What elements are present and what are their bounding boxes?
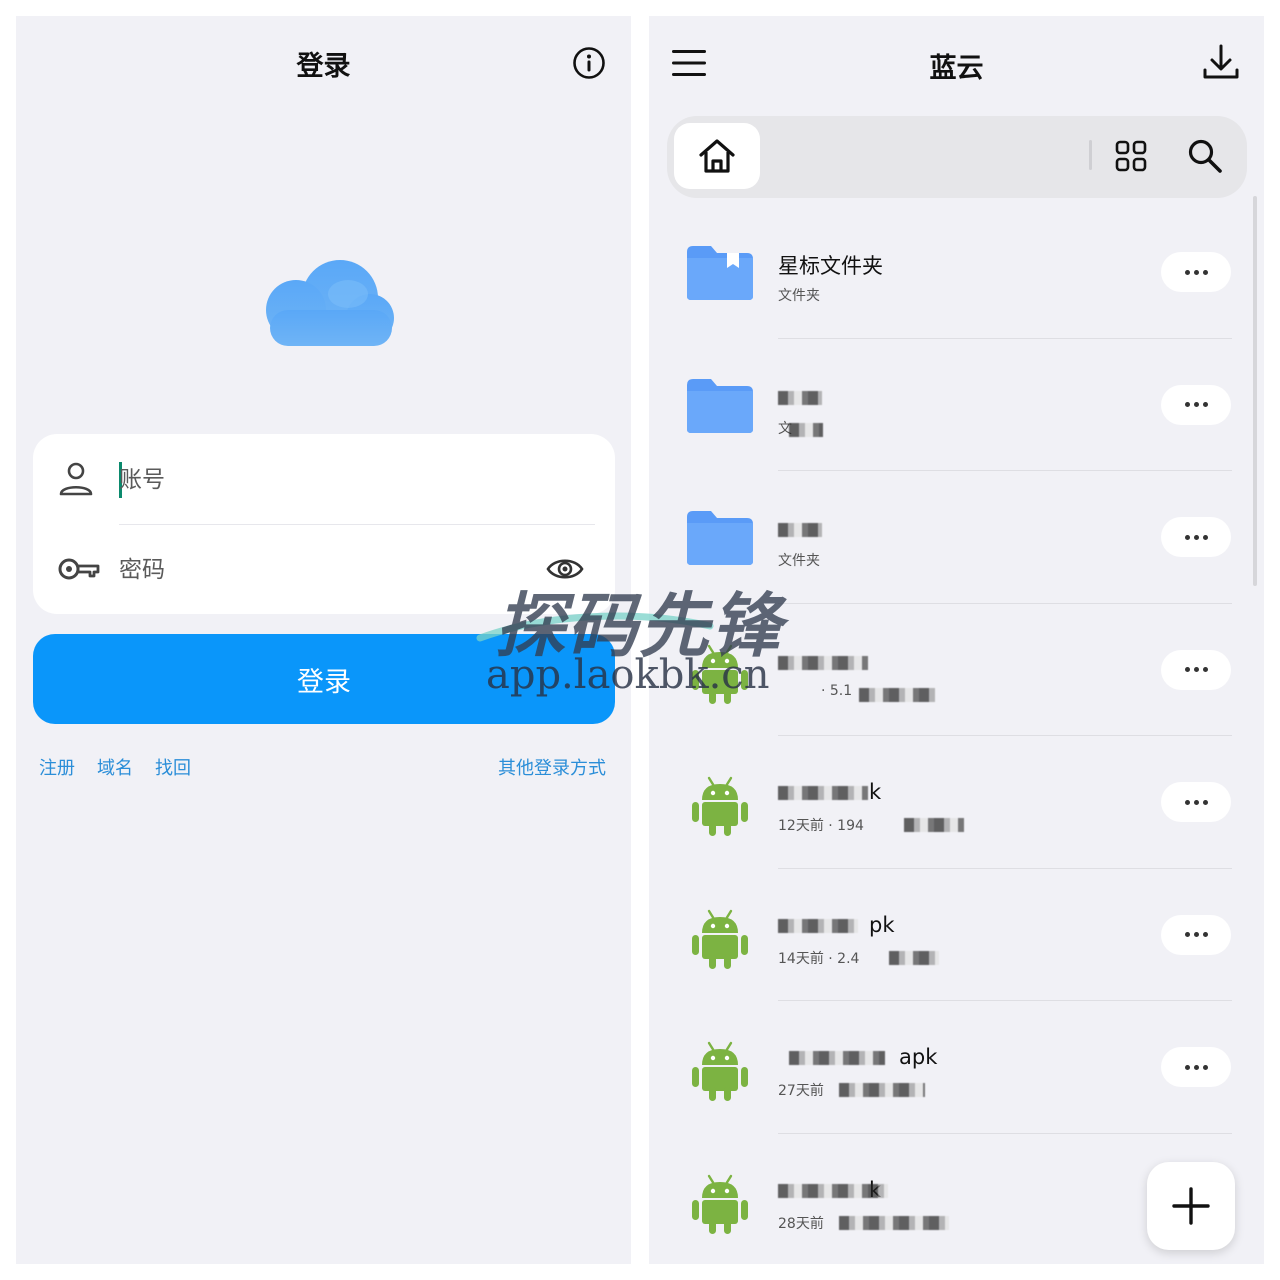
plus-icon [1172,1187,1210,1225]
folder-icon [685,509,755,567]
file-subtitle: 12天前 · 194 [778,818,864,834]
file-row[interactable]: k 12天前 · 194 [649,736,1264,869]
redacted-text [778,390,822,405]
file-name: apk [899,1045,938,1069]
password-input[interactable] [119,550,539,590]
more-options-icon[interactable] [1161,1047,1231,1087]
more-options-icon[interactable] [1161,384,1231,425]
info-icon[interactable] [572,46,606,80]
redacted-text [839,1083,925,1097]
file-row[interactable]: apk 27天前 [649,1001,1264,1134]
more-options-icon[interactable] [1161,914,1231,955]
grid-view-icon[interactable] [1115,140,1147,172]
other-login-methods-link[interactable]: 其他登录方式 [498,754,606,780]
page-title: 登录 [296,51,351,82]
add-button[interactable] [1147,1162,1235,1250]
home-icon [699,139,735,173]
file-subtitle: 27天前 [778,1083,824,1099]
account-field [33,434,615,525]
folder-icon [685,377,755,435]
path-bar [667,116,1247,198]
cloud-logo-icon [248,254,398,350]
file-name: pk [869,912,895,937]
download-icon[interactable] [1201,42,1241,82]
file-row[interactable]: pk 14天前 · 2.4 [649,869,1264,1001]
scrollbar[interactable] [1253,196,1257,586]
android-icon [685,1039,755,1101]
redacted-text [778,786,868,800]
key-icon [57,551,100,587]
person-icon [57,461,95,497]
file-subtitle: 14天前 · 2.4 [778,950,860,967]
file-name: 星标文件夹 [778,254,883,278]
path-bar-divider [1089,140,1092,170]
redacted-text [778,918,858,933]
page-title: 蓝云 [929,53,984,84]
redacted-text [778,1183,888,1198]
android-icon [685,907,755,969]
redacted-text [789,422,823,437]
redacted-text [789,1051,885,1065]
home-button[interactable] [674,123,760,189]
recover-link[interactable]: 找回 [155,754,191,780]
watermark-url: app.laokbk.cn [486,652,770,698]
file-subtitle: 28天前 [778,1215,824,1232]
redacted-text [778,523,822,537]
file-subtitle: · 5.1 [821,682,853,699]
domain-link[interactable]: 域名 [97,754,133,780]
search-icon[interactable] [1187,138,1223,174]
file-row[interactable]: 文 [649,339,1264,471]
android-icon [685,1172,755,1234]
register-link[interactable]: 注册 [39,754,75,780]
android-icon [685,774,755,836]
more-options-icon[interactable] [1161,782,1231,822]
file-row[interactable]: 星标文件夹 文件夹 [649,206,1264,339]
more-options-icon[interactable] [1161,649,1231,690]
file-name: k [869,780,882,804]
redacted-text [889,950,939,965]
redacted-text [859,687,935,702]
file-list: 星标文件夹 文件夹文文件夹 · 5.1 k 12天前 · 194 pk 14天前 · 2.4… [649,206,1264,1264]
file-subtitle: 文件夹 [778,553,820,569]
account-input[interactable] [119,460,539,500]
more-options-icon[interactable] [1161,517,1231,557]
redacted-text [778,655,868,670]
more-options-icon[interactable] [1161,252,1231,292]
file-subtitle: 文件夹 [778,288,820,304]
redacted-text [839,1215,949,1230]
starred-folder-icon [685,244,755,302]
redacted-text [904,818,964,832]
